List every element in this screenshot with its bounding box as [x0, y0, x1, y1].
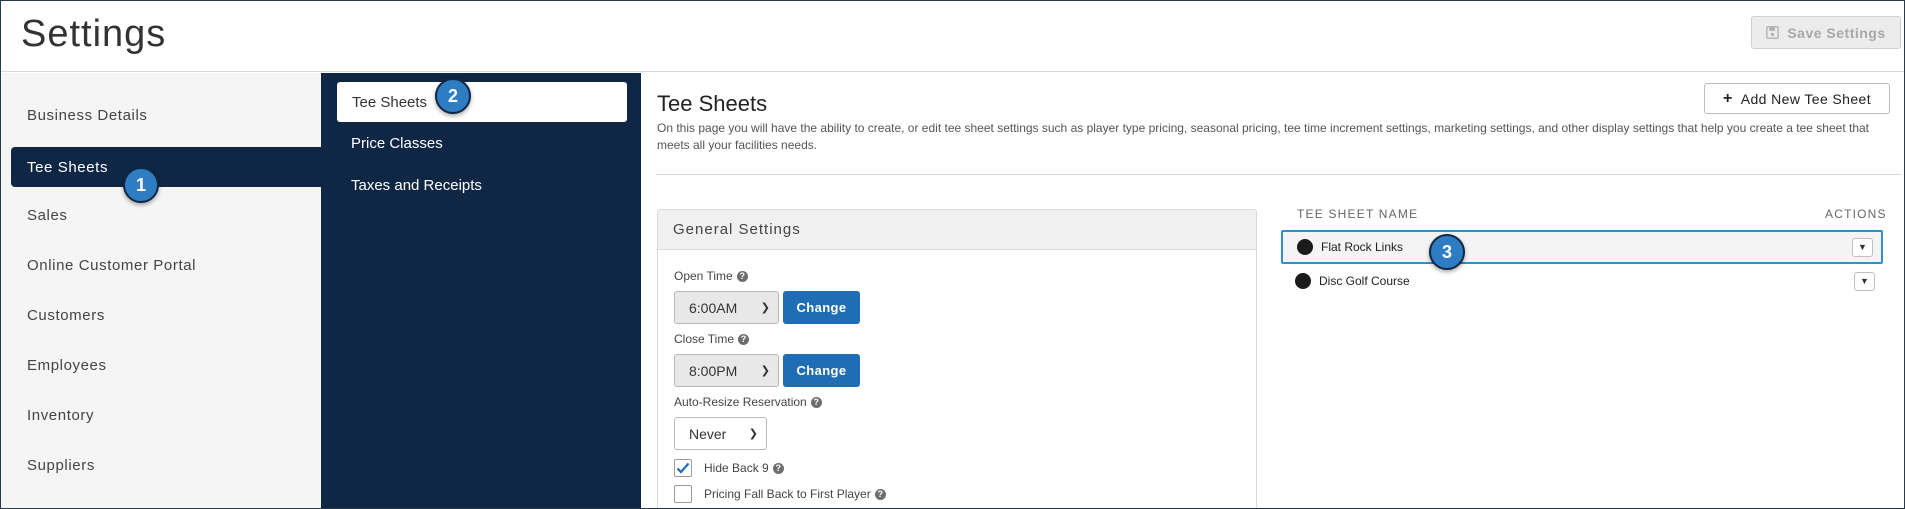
save-settings-label: Save Settings: [1787, 24, 1886, 41]
sidebar-item-sales[interactable]: Sales: [27, 207, 68, 224]
save-settings-button[interactable]: Save Settings: [1751, 16, 1901, 49]
row-actions-dropdown[interactable]: ▼: [1854, 271, 1875, 291]
help-icon[interactable]: ?: [736, 270, 748, 282]
divider: [657, 174, 1901, 175]
subnav-item-price-classes[interactable]: Price Classes: [351, 135, 443, 152]
sidebar-item-suppliers[interactable]: Suppliers: [27, 457, 95, 474]
row-actions-dropdown[interactable]: ▼: [1852, 237, 1873, 257]
header: Settings Save Settings: [1, 1, 1904, 72]
pricing-fallback-label: Pricing Fall Back to First Player: [704, 487, 871, 501]
general-settings-heading: General Settings: [658, 210, 1256, 250]
general-settings-panel: General Settings Open Time ? 6:00AM ❯ Ch…: [657, 209, 1257, 508]
close-time-select[interactable]: 8:00PM ❯: [674, 354, 779, 387]
floppy-disk-icon: [1766, 26, 1780, 39]
color-dot: [1295, 273, 1311, 289]
sidebar-item-inventory[interactable]: Inventory: [27, 407, 94, 424]
help-icon[interactable]: ?: [738, 333, 750, 345]
section-title: Tee Sheets: [657, 91, 768, 116]
subnav-item-tee-sheets[interactable]: Tee Sheets: [337, 82, 627, 122]
tee-sheet-name: Flat Rock Links: [1321, 240, 1404, 254]
sidebar-item-customers[interactable]: Customers: [27, 307, 105, 324]
close-time-change-button[interactable]: Change: [783, 354, 860, 387]
pricing-fallback-row: Pricing Fall Back to First Player ?: [674, 485, 886, 503]
column-header-actions: ACTIONS: [1825, 207, 1887, 221]
auto-resize-label: Auto-Resize Reservation ?: [674, 395, 822, 409]
table-row[interactable]: Disc Golf Course ▼: [1281, 264, 1883, 298]
main-content: Tee Sheets On this page you will have th…: [641, 73, 1904, 508]
table-row[interactable]: Flat Rock Links ▼: [1281, 230, 1883, 264]
close-time-label: Close Time ?: [674, 332, 750, 346]
hide-back-9-label: Hide Back 9: [704, 461, 769, 475]
checkmark-icon: [676, 462, 690, 474]
pricing-fallback-checkbox[interactable]: [674, 485, 692, 503]
tee-sheet-name: Disc Golf Course: [1319, 274, 1410, 288]
step-badge-1: 1: [123, 167, 159, 203]
open-time-change-button[interactable]: Change: [783, 291, 860, 324]
close-time-value: 8:00PM: [689, 362, 738, 379]
page-title: Settings: [21, 13, 167, 55]
app-window: Settings Save Settings Business Details …: [0, 0, 1905, 509]
help-icon[interactable]: ?: [874, 488, 886, 500]
sidebar-item-business-details[interactable]: Business Details: [27, 107, 147, 124]
chevron-down-icon: ❯: [748, 428, 758, 440]
close-time-label-text: Close Time: [674, 332, 735, 346]
plus-icon: +: [1722, 89, 1733, 107]
auto-resize-label-text: Auto-Resize Reservation: [674, 395, 807, 409]
chevron-down-icon: ▼: [1858, 242, 1867, 252]
sub-navigation: Tee Sheets Price Classes Taxes and Recei…: [321, 73, 641, 508]
help-icon[interactable]: ?: [810, 396, 822, 408]
color-dot: [1297, 239, 1313, 255]
column-header-tee-sheet-name: TEE SHEET NAME: [1297, 207, 1419, 221]
hide-back-9-row: Hide Back 9 ?: [674, 459, 784, 477]
add-new-tee-sheet-button[interactable]: + Add New Tee Sheet: [1704, 83, 1890, 114]
section-description: On this page you will have the ability t…: [657, 121, 1870, 152]
step-badge-3: 3: [1429, 234, 1465, 270]
open-time-select[interactable]: 6:00AM ❯: [674, 291, 779, 324]
step-badge-2: 2: [435, 78, 471, 114]
sidebar-item-employees[interactable]: Employees: [27, 357, 107, 374]
chevron-down-icon: ❯: [760, 365, 770, 377]
open-time-value: 6:00AM: [689, 299, 738, 316]
open-time-label-text: Open Time: [674, 269, 733, 283]
auto-resize-select[interactable]: Never ❯: [674, 417, 767, 450]
sidebar-item-online-customer-portal[interactable]: Online Customer Portal: [27, 257, 196, 274]
chevron-down-icon: ❯: [760, 302, 770, 314]
chevron-down-icon: ▼: [1860, 276, 1869, 286]
subnav-item-taxes-and-receipts[interactable]: Taxes and Receipts: [351, 177, 482, 194]
open-time-label: Open Time ?: [674, 269, 748, 283]
auto-resize-value: Never: [689, 425, 727, 442]
add-new-tee-sheet-label: Add New Tee Sheet: [1740, 90, 1872, 107]
sidebar-item-tee-sheets[interactable]: Tee Sheets: [11, 147, 321, 187]
sidebar: Business Details Tee Sheets Sales Online…: [1, 73, 321, 508]
help-icon[interactable]: ?: [772, 462, 784, 474]
hide-back-9-checkbox[interactable]: [674, 459, 692, 477]
